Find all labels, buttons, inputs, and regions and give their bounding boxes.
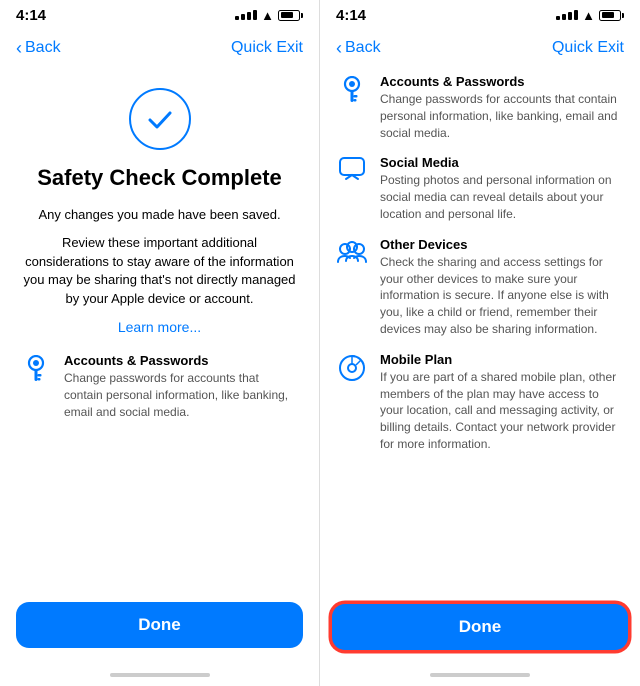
accounts-passwords-title: Accounts & Passwords [64, 353, 299, 368]
other-devices-title: Other Devices [380, 237, 624, 252]
checkmark-icon [144, 103, 176, 135]
bottom-bar-right: Done [320, 596, 640, 668]
done-button-right[interactable]: Done [332, 604, 628, 650]
wifi-icon-left: ▲ [261, 8, 274, 23]
social-media-title: Social Media [380, 155, 624, 170]
status-bar-right: 4:14 ▲ [320, 0, 640, 28]
learn-more-link[interactable]: Learn more... [20, 319, 299, 335]
done-button-left[interactable]: Done [16, 602, 303, 648]
back-button-right[interactable]: ‹ Back [336, 39, 381, 57]
accounts-passwords-desc: Change passwords for accounts that conta… [64, 370, 299, 420]
status-time-left: 4:14 [16, 7, 46, 24]
other-devices-desc: Check the sharing and access settings fo… [380, 254, 624, 338]
back-label-right: Back [345, 39, 381, 57]
accounts-passwords-right: Accounts & Passwords Change passwords fo… [380, 74, 624, 141]
social-media-desc: Posting photos and personal information … [380, 172, 624, 222]
mobile-plan-info: Mobile Plan If you are part of a shared … [380, 352, 624, 453]
wifi-icon-right: ▲ [582, 8, 595, 23]
completion-description: Review these important additional consid… [20, 234, 299, 309]
right-content: Accounts & Passwords Change passwords fo… [320, 68, 640, 596]
key-icon-left [20, 353, 52, 383]
right-phone-panel: 4:14 ▲ ‹ Back Quick Exit [320, 0, 640, 686]
status-icons-left: ▲ [235, 8, 303, 23]
left-content: Safety Check Complete Any changes you ma… [0, 68, 319, 592]
status-time-right: 4:14 [336, 7, 366, 24]
back-button-left[interactable]: ‹ Back [16, 39, 61, 57]
nav-bar-left: ‹ Back Quick Exit [0, 28, 319, 68]
left-phone-panel: 4:14 ▲ ‹ Back Quick Exit [0, 0, 320, 686]
status-icons-right: ▲ [556, 8, 624, 23]
list-item: Mobile Plan If you are part of a shared … [336, 352, 624, 453]
status-bar-left: 4:14 ▲ [0, 0, 319, 28]
signal-bars-left [235, 10, 257, 20]
home-indicator-left [0, 668, 319, 686]
quick-exit-button-right[interactable]: Quick Exit [552, 39, 624, 57]
completion-title: Safety Check Complete [20, 164, 299, 192]
completion-subtitle: Any changes you made have been saved. [20, 206, 299, 224]
home-bar-left [110, 673, 210, 677]
other-devices-info: Other Devices Check the sharing and acce… [380, 237, 624, 338]
other-devices-icon [336, 237, 368, 263]
home-indicator-right [320, 668, 640, 686]
list-item: Accounts & Passwords Change passwords fo… [336, 74, 624, 141]
key-icon-right [336, 74, 368, 104]
back-chevron-right: ‹ [336, 39, 342, 57]
social-media-icon [336, 155, 368, 181]
accounts-passwords-title-right: Accounts & Passwords [380, 74, 624, 89]
accounts-passwords-desc-right: Change passwords for accounts that conta… [380, 91, 624, 141]
accounts-passwords-info: Accounts & Passwords Change passwords fo… [64, 353, 299, 420]
checkmark-circle [129, 88, 191, 150]
battery-icon-left [278, 10, 303, 21]
bottom-bar-left: Done [0, 592, 319, 668]
back-chevron-left: ‹ [16, 39, 22, 57]
social-media-info: Social Media Posting photos and personal… [380, 155, 624, 222]
list-item: Accounts & Passwords Change passwords fo… [20, 353, 299, 420]
mobile-plan-desc: If you are part of a shared mobile plan,… [380, 369, 624, 453]
mobile-plan-icon [336, 352, 368, 382]
back-label-left: Back [25, 39, 61, 57]
mobile-plan-title: Mobile Plan [380, 352, 624, 367]
home-bar-right [430, 673, 530, 677]
nav-bar-right: ‹ Back Quick Exit [320, 28, 640, 68]
signal-bars-right [556, 10, 578, 20]
quick-exit-button-left[interactable]: Quick Exit [231, 39, 303, 57]
list-item: Other Devices Check the sharing and acce… [336, 237, 624, 338]
list-item: Social Media Posting photos and personal… [336, 155, 624, 222]
battery-icon-right [599, 10, 624, 21]
